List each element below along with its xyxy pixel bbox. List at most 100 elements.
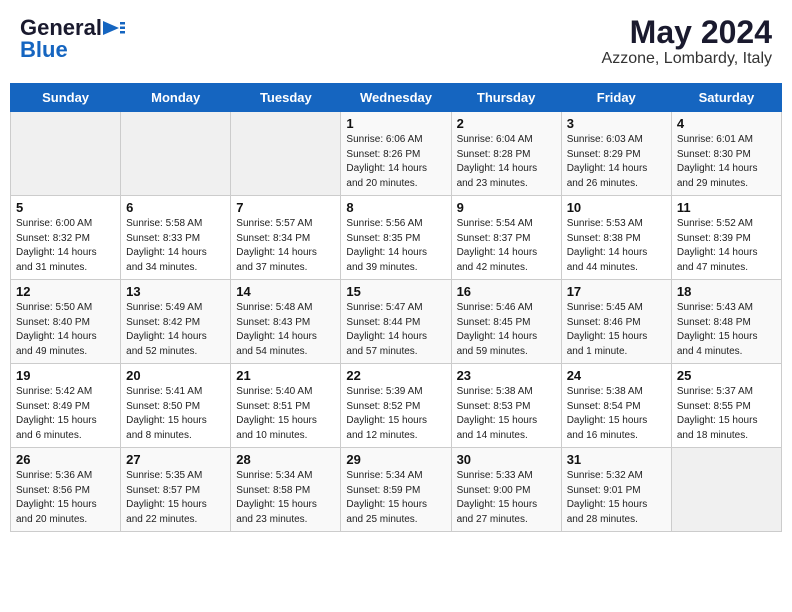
day-info: Sunrise: 6:06 AM Sunset: 8:26 PM Dayligh…: [346, 133, 445, 191]
day-number: 19: [16, 368, 115, 383]
day-info: Sunrise: 5:56 AM Sunset: 8:35 PM Dayligh…: [346, 217, 445, 275]
header-day-tuesday: Tuesday: [231, 84, 341, 112]
day-info: Sunrise: 5:47 AM Sunset: 8:44 PM Dayligh…: [346, 301, 445, 359]
day-number: 15: [346, 284, 445, 299]
day-number: 9: [457, 200, 556, 215]
day-number: 8: [346, 200, 445, 215]
day-info: Sunrise: 5:57 AM Sunset: 8:34 PM Dayligh…: [236, 217, 335, 275]
day-cell: 9 Sunrise: 5:54 AM Sunset: 8:37 PM Daylig…: [451, 196, 561, 280]
day-cell: 16 Sunrise: 5:46 AM Sunset: 8:45 PM Dayli…: [451, 280, 561, 364]
day-info: Sunrise: 5:50 AM Sunset: 8:40 PM Dayligh…: [16, 301, 115, 359]
day-number: 29: [346, 452, 445, 467]
header-day-monday: Monday: [121, 84, 231, 112]
day-info: Sunrise: 5:54 AM Sunset: 8:37 PM Dayligh…: [457, 217, 556, 275]
day-number: 6: [126, 200, 225, 215]
logo-blue: Blue: [20, 37, 68, 63]
day-cell: 6 Sunrise: 5:58 AM Sunset: 8:33 PM Daylig…: [121, 196, 231, 280]
week-row-2: 5 Sunrise: 6:00 AM Sunset: 8:32 PM Daylig…: [11, 196, 782, 280]
day-number: 31: [567, 452, 666, 467]
day-info: Sunrise: 5:34 AM Sunset: 8:58 PM Dayligh…: [236, 469, 335, 527]
day-info: Sunrise: 5:53 AM Sunset: 8:38 PM Dayligh…: [567, 217, 666, 275]
day-info: Sunrise: 5:38 AM Sunset: 8:53 PM Dayligh…: [457, 385, 556, 443]
day-cell: 4 Sunrise: 6:01 AM Sunset: 8:30 PM Daylig…: [671, 112, 781, 196]
week-row-1: 1 Sunrise: 6:06 AM Sunset: 8:26 PM Daylig…: [11, 112, 782, 196]
day-number: 1: [346, 116, 445, 131]
header-day-sunday: Sunday: [11, 84, 121, 112]
day-cell: 13Sunrise: 5:49 AM Sunset: 8:42 PM Dayli…: [121, 280, 231, 364]
day-number: 3: [567, 116, 666, 131]
day-number: 11: [677, 200, 776, 215]
day-cell: 5 Sunrise: 6:00 AM Sunset: 8:32 PM Daylig…: [11, 196, 121, 280]
title-block: May 2024 Azzone, Lombardy, Italy: [602, 15, 772, 68]
day-number: 5: [16, 200, 115, 215]
day-cell: 7Sunrise: 5:57 AM Sunset: 8:34 PM Daylig…: [231, 196, 341, 280]
logo-icon: [103, 19, 125, 37]
day-cell: 21 Sunrise: 5:40 AM Sunset: 8:51 PM Dayli…: [231, 364, 341, 448]
header-day-friday: Friday: [561, 84, 671, 112]
day-cell: 23 Sunrise: 5:38 AM Sunset: 8:53 PM Dayli…: [451, 364, 561, 448]
day-info: Sunrise: 5:45 AM Sunset: 8:46 PM Dayligh…: [567, 301, 666, 359]
day-cell: 11 Sunrise: 5:52 AM Sunset: 8:39 PM Dayli…: [671, 196, 781, 280]
week-row-4: 19 Sunrise: 5:42 AM Sunset: 8:49 PM Dayli…: [11, 364, 782, 448]
location: Azzone, Lombardy, Italy: [602, 50, 772, 68]
day-info: Sunrise: 5:41 AM Sunset: 8:50 PM Dayligh…: [126, 385, 225, 443]
header-day-wednesday: Wednesday: [341, 84, 451, 112]
day-info: Sunrise: 5:42 AM Sunset: 8:49 PM Dayligh…: [16, 385, 115, 443]
day-number: 21: [236, 368, 335, 383]
week-row-5: 26 Sunrise: 5:36 AM Sunset: 8:56 PM Dayli…: [11, 448, 782, 532]
day-cell: 12 Sunrise: 5:50 AM Sunset: 8:40 PM Dayli…: [11, 280, 121, 364]
day-info: Sunrise: 6:00 AM Sunset: 8:32 PM Dayligh…: [16, 217, 115, 275]
day-cell: 15 Sunrise: 5:47 AM Sunset: 8:44 PM Dayli…: [341, 280, 451, 364]
day-number: 22: [346, 368, 445, 383]
day-cell: 1 Sunrise: 6:06 AM Sunset: 8:26 PM Daylig…: [341, 112, 451, 196]
day-info: Sunrise: 5:36 AM Sunset: 8:56 PM Dayligh…: [16, 469, 115, 527]
day-cell: 10Sunrise: 5:53 AM Sunset: 8:38 PM Dayli…: [561, 196, 671, 280]
day-number: 4: [677, 116, 776, 131]
day-number: 30: [457, 452, 556, 467]
day-info: Sunrise: 5:48 AM Sunset: 8:43 PM Dayligh…: [236, 301, 335, 359]
day-info: Sunrise: 6:01 AM Sunset: 8:30 PM Dayligh…: [677, 133, 776, 191]
day-info: Sunrise: 5:58 AM Sunset: 8:33 PM Dayligh…: [126, 217, 225, 275]
day-cell: 19 Sunrise: 5:42 AM Sunset: 8:49 PM Dayli…: [11, 364, 121, 448]
day-cell: 24Sunrise: 5:38 AM Sunset: 8:54 PM Dayli…: [561, 364, 671, 448]
logo: General Blue: [20, 15, 125, 63]
day-cell: 20 Sunrise: 5:41 AM Sunset: 8:50 PM Dayli…: [121, 364, 231, 448]
day-number: 12: [16, 284, 115, 299]
day-info: Sunrise: 5:52 AM Sunset: 8:39 PM Dayligh…: [677, 217, 776, 275]
day-cell: 18 Sunrise: 5:43 AM Sunset: 8:48 PM Dayli…: [671, 280, 781, 364]
day-cell: 30 Sunrise: 5:33 AM Sunset: 9:00 PM Dayli…: [451, 448, 561, 532]
day-number: 27: [126, 452, 225, 467]
day-number: 14: [236, 284, 335, 299]
day-cell: [671, 448, 781, 532]
day-cell: 25 Sunrise: 5:37 AM Sunset: 8:55 PM Dayli…: [671, 364, 781, 448]
day-number: 20: [126, 368, 225, 383]
day-info: Sunrise: 5:33 AM Sunset: 9:00 PM Dayligh…: [457, 469, 556, 527]
day-number: 23: [457, 368, 556, 383]
week-row-3: 12 Sunrise: 5:50 AM Sunset: 8:40 PM Dayli…: [11, 280, 782, 364]
header-day-thursday: Thursday: [451, 84, 561, 112]
day-cell: [11, 112, 121, 196]
day-info: Sunrise: 5:43 AM Sunset: 8:48 PM Dayligh…: [677, 301, 776, 359]
day-info: Sunrise: 5:40 AM Sunset: 8:51 PM Dayligh…: [236, 385, 335, 443]
day-cell: [231, 112, 341, 196]
day-cell: 31Sunrise: 5:32 AM Sunset: 9:01 PM Dayli…: [561, 448, 671, 532]
day-number: 16: [457, 284, 556, 299]
day-info: Sunrise: 5:37 AM Sunset: 8:55 PM Dayligh…: [677, 385, 776, 443]
header-row: SundayMondayTuesdayWednesdayThursdayFrid…: [11, 84, 782, 112]
day-info: Sunrise: 6:03 AM Sunset: 8:29 PM Dayligh…: [567, 133, 666, 191]
page-header: General Blue May 2024 Azzone, Lombardy, …: [10, 10, 782, 73]
day-number: 26: [16, 452, 115, 467]
day-info: Sunrise: 5:39 AM Sunset: 8:52 PM Dayligh…: [346, 385, 445, 443]
day-cell: 3 Sunrise: 6:03 AM Sunset: 8:29 PM Daylig…: [561, 112, 671, 196]
day-number: 25: [677, 368, 776, 383]
day-cell: 14 Sunrise: 5:48 AM Sunset: 8:43 PM Dayli…: [231, 280, 341, 364]
day-number: 28: [236, 452, 335, 467]
day-number: 24: [567, 368, 666, 383]
month-title: May 2024: [602, 15, 772, 50]
day-cell: 29Sunrise: 5:34 AM Sunset: 8:59 PM Dayli…: [341, 448, 451, 532]
day-info: Sunrise: 5:46 AM Sunset: 8:45 PM Dayligh…: [457, 301, 556, 359]
day-cell: 8 Sunrise: 5:56 AM Sunset: 8:35 PM Daylig…: [341, 196, 451, 280]
day-info: Sunrise: 6:04 AM Sunset: 8:28 PM Dayligh…: [457, 133, 556, 191]
day-number: 18: [677, 284, 776, 299]
calendar-table: SundayMondayTuesdayWednesdayThursdayFrid…: [10, 83, 782, 532]
